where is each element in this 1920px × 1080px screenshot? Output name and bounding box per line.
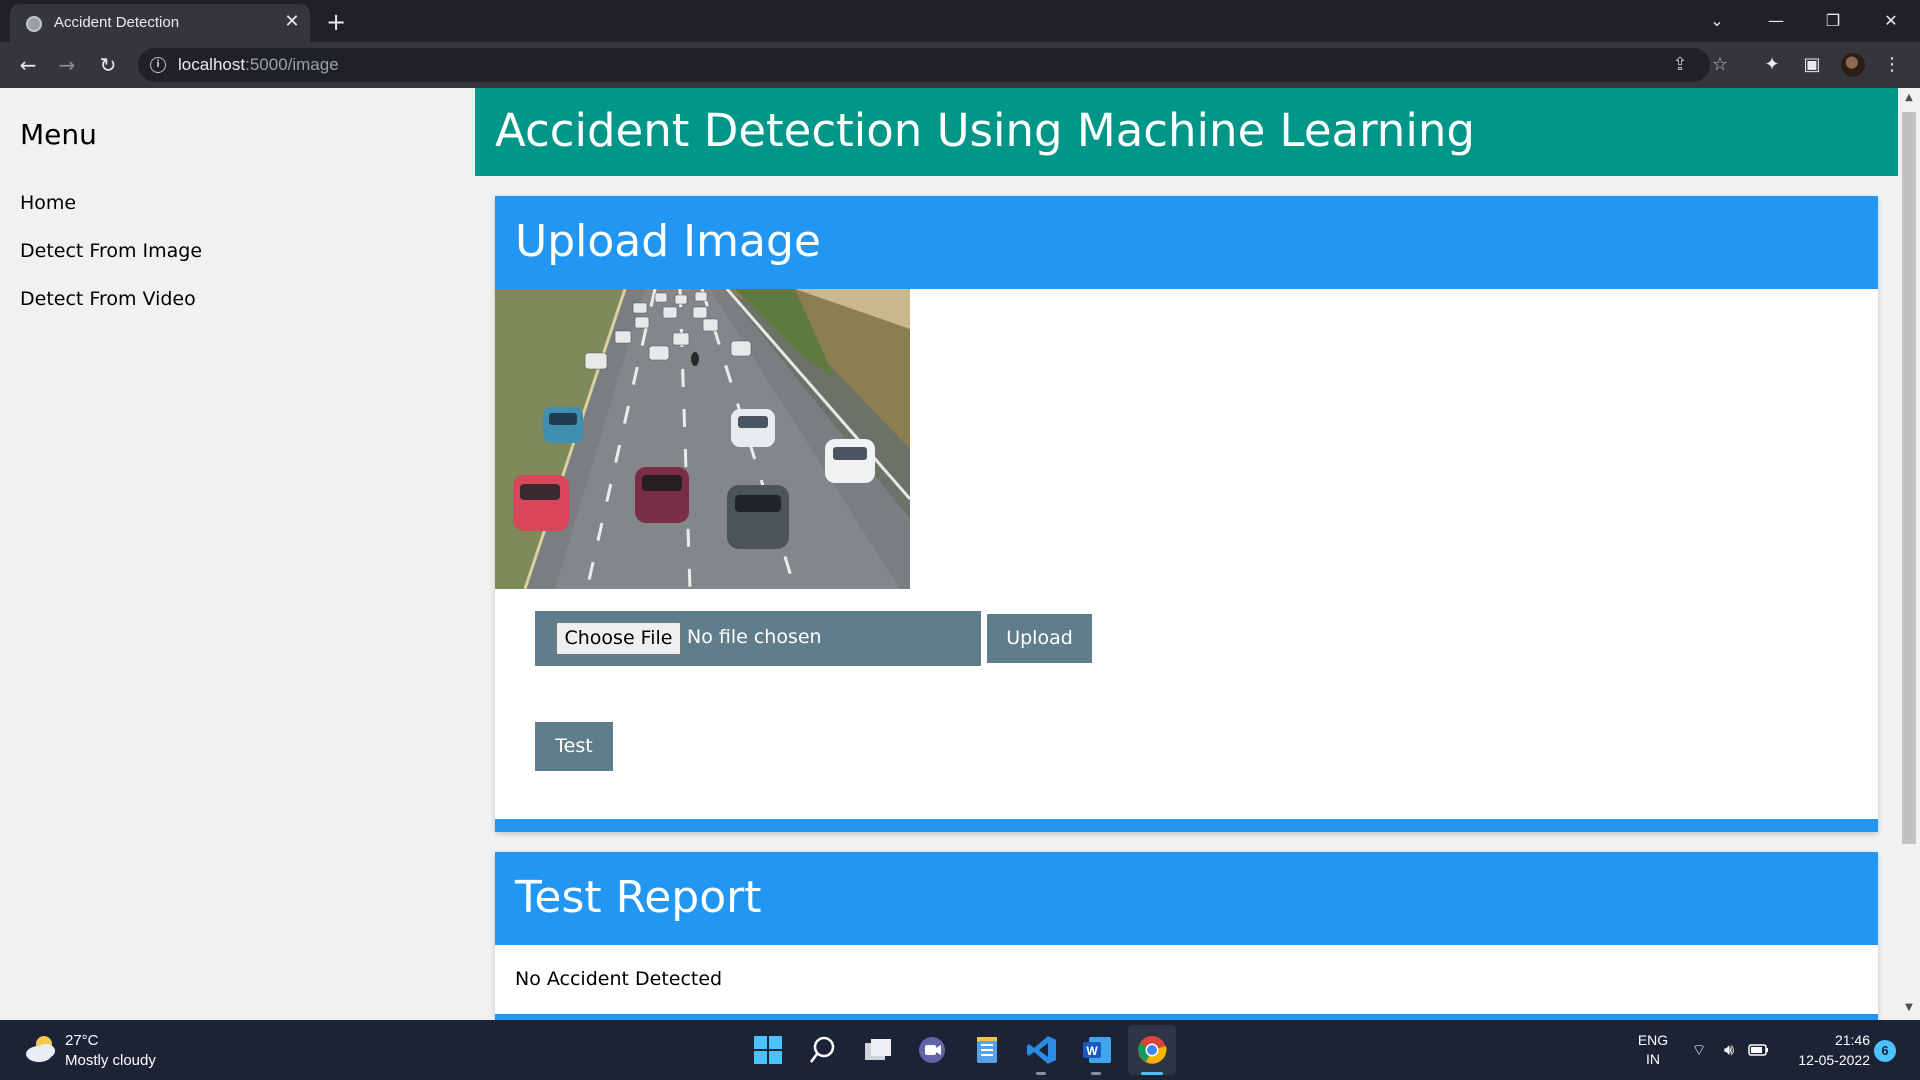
new-tab-button[interactable]: + [322,8,350,36]
tab-close-icon[interactable]: ✕ [282,12,302,32]
side-panel-icon[interactable]: ▣ [1798,51,1826,79]
weather-cloud-sun-icon[interactable] [24,1034,58,1064]
reload-icon[interactable]: ↻ [94,51,122,79]
menu-title: Menu [20,118,97,151]
vscode-running-indicator [1036,1072,1046,1075]
test-result-text: No Accident Detected [515,968,723,990]
wifi-icon[interactable]: ⌔ [1688,1039,1710,1061]
tab-search-icon[interactable]: ⌄ [1702,8,1732,34]
scroll-down-arrow-icon[interactable]: ▼ [1903,1002,1915,1014]
share-icon[interactable]: ⇪ [1668,53,1692,77]
restore-icon[interactable]: ❐ [1818,8,1848,34]
file-status: No file chosen [687,626,822,648]
word-icon[interactable]: W [1081,1034,1113,1066]
page-scrollbar[interactable]: ▲ ▼ [1898,88,1920,1020]
report-card-header: Test Report [495,852,1878,945]
windows-taskbar: 27°C Mostly cloudy W ENG IN ⌔ 🔊︎ 21:46 1… [0,1020,1920,1080]
extensions-icon[interactable]: ✦ [1758,51,1786,79]
main-content: Accident Detection Using Machine Learnin… [475,88,1898,1020]
battery-icon[interactable] [1748,1039,1770,1061]
chrome-icon[interactable] [1136,1034,1168,1066]
upload-card-footer [495,819,1878,832]
sidebar-item-home[interactable]: Home [20,192,76,214]
url-path: :5000/image [245,55,339,74]
weather-description[interactable]: Mostly cloudy [65,1052,156,1069]
test-button[interactable]: Test [535,722,613,771]
file-input[interactable]: Choose File No file chosen [535,611,981,666]
upload-card-header: Upload Image [495,196,1878,289]
search-icon[interactable] [807,1034,839,1066]
notepad-icon[interactable] [971,1034,1003,1066]
sidebar-item-detect-image[interactable]: Detect From Image [20,240,202,262]
page-viewport: Menu Home Detect From Image Detect From … [0,88,1898,1020]
language-indicator[interactable]: ENG IN [1633,1031,1673,1069]
chrome-active-indicator [1141,1072,1163,1075]
language-primary: ENG [1637,1032,1669,1048]
address-bar[interactable]: i localhost:5000/image ⇪ ☆ [138,48,1728,82]
vscode-icon[interactable] [1026,1034,1058,1066]
weather-temperature[interactable]: 27°C [65,1032,99,1049]
word-running-indicator [1091,1072,1101,1075]
minimize-icon[interactable]: — [1761,8,1791,34]
browser-toolbar: ← → ↻ i localhost:5000/image ⇪ ☆ ✦ ▣ ⋮ [0,42,1920,88]
site-info-icon[interactable]: i [150,57,166,73]
profile-avatar[interactable] [1841,53,1865,77]
back-arrow-icon[interactable]: ← [14,51,42,79]
system-clock[interactable]: 21:46 12-05-2022 [1780,1030,1870,1070]
clock-time: 21:46 [1834,1032,1870,1048]
volume-icon[interactable]: 🔊︎ [1718,1039,1740,1061]
windows-start-icon[interactable] [752,1034,784,1066]
browser-tab[interactable]: Accident Detection ✕ [10,4,310,42]
sidebar: Menu Home Detect From Image Detect From … [0,88,475,1020]
choose-file-button[interactable]: Choose File [556,622,681,655]
language-region: IN [1646,1051,1660,1067]
notification-badge[interactable]: 6 [1874,1040,1896,1062]
teams-chat-icon[interactable] [916,1034,948,1066]
svg-text:W: W [1086,1044,1098,1058]
kebab-menu-icon[interactable]: ⋮ [1878,51,1906,79]
task-view-icon[interactable] [862,1034,894,1066]
highway-traffic-image [495,289,910,589]
test-report-card: Test Report No Accident Detected [495,852,1878,1020]
upload-card-title: Upload Image [515,216,821,267]
upload-button[interactable]: Upload [987,614,1092,663]
scroll-up-arrow-icon[interactable]: ▲ [1903,92,1915,104]
report-card-title: Test Report [515,872,762,923]
globe-icon [26,16,42,32]
browser-tab-strip: Accident Detection ✕ + ⌄ — ❐ ✕ [0,0,1920,42]
clock-date: 12-05-2022 [1798,1052,1870,1068]
url-host: localhost [178,55,246,74]
page-title: Accident Detection Using Machine Learnin… [495,104,1475,157]
sidebar-item-detect-video[interactable]: Detect From Video [20,288,196,310]
app-header: Accident Detection Using Machine Learnin… [475,88,1898,176]
url-text[interactable]: localhost:5000/image [178,55,339,75]
tab-title: Accident Detection [54,14,180,31]
close-window-icon[interactable]: ✕ [1876,8,1906,34]
scroll-thumb[interactable] [1902,112,1916,844]
upload-image-card: Upload Image Choose File No file chosen … [495,196,1878,832]
forward-arrow-icon[interactable]: → [53,51,81,79]
bookmark-star-icon[interactable]: ☆ [1708,53,1732,77]
